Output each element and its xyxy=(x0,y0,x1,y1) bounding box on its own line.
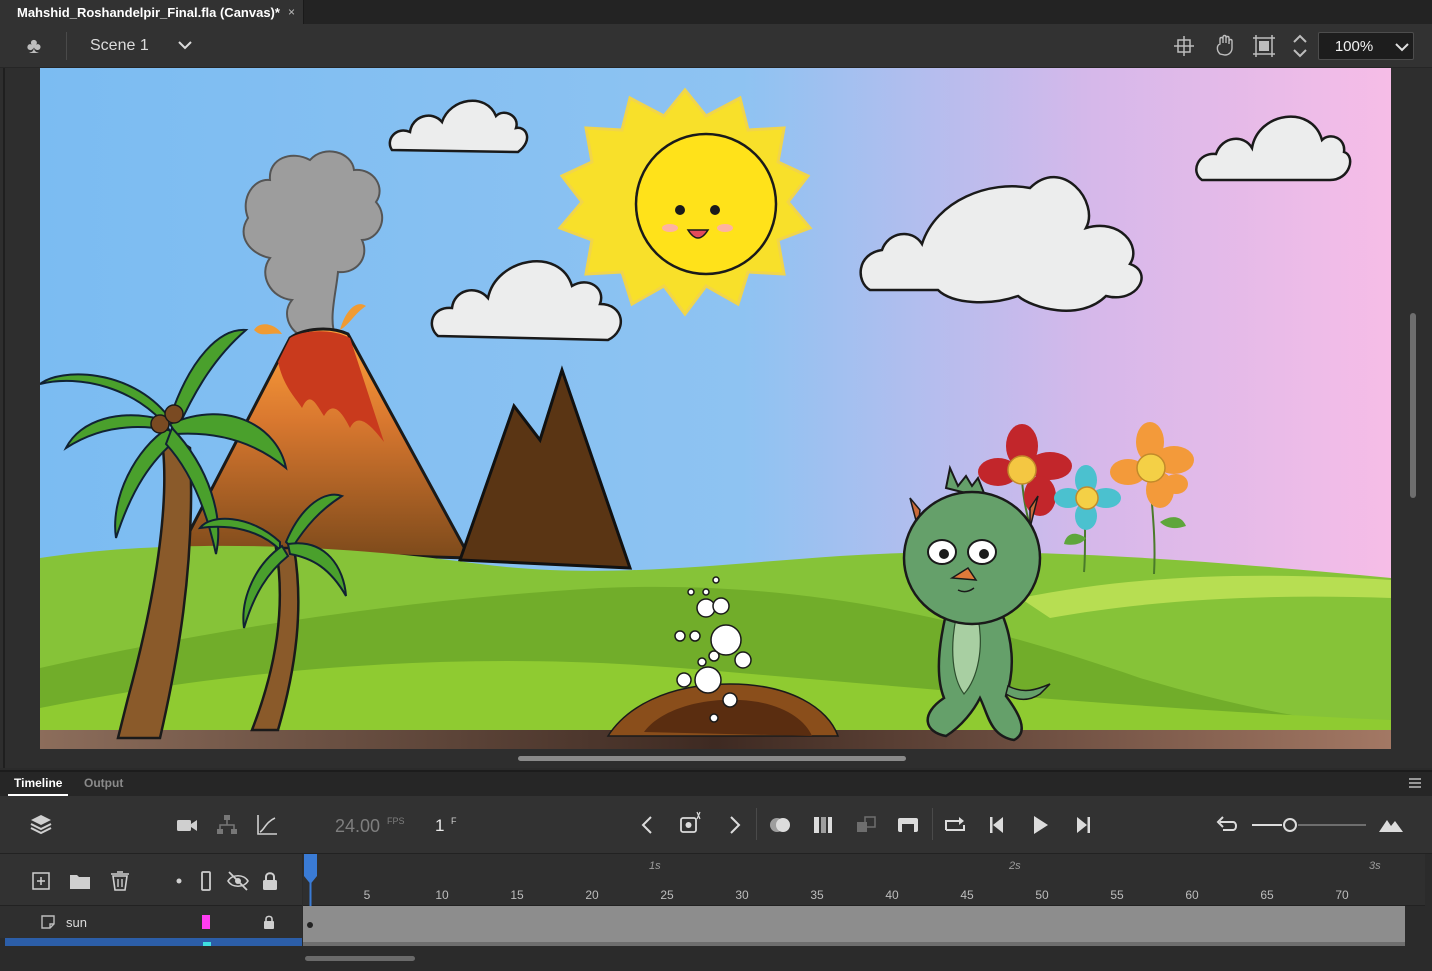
frame-number-label: 60 xyxy=(1185,888,1199,902)
keyframe[interactable] xyxy=(307,922,313,928)
clip-content-icon[interactable] xyxy=(1252,34,1276,58)
divider xyxy=(932,808,933,840)
layer-color-swatch[interactable] xyxy=(203,942,211,946)
second-marker: 1s xyxy=(649,860,661,872)
document-title: Mahshid_Roshandelpir_Final.fla (Canvas)* xyxy=(17,4,280,20)
layer-header xyxy=(0,854,302,906)
fps-value[interactable]: 24.00 xyxy=(335,816,380,837)
undo-zoom-icon[interactable] xyxy=(1215,812,1241,838)
lock-icon[interactable] xyxy=(257,868,283,894)
layer-row-selected[interactable] xyxy=(5,938,302,946)
frame-unit: F xyxy=(451,816,457,826)
frame-number-label: 30 xyxy=(735,888,749,902)
outline-layers-icon[interactable] xyxy=(193,868,219,894)
horizontal-scrollbar[interactable] xyxy=(518,756,906,761)
animate-window: Mahshid_Roshandelpir_Final.fla (Canvas)*… xyxy=(0,0,1432,971)
divider xyxy=(66,32,67,60)
edit-multiple-frames-icon[interactable] xyxy=(810,812,836,838)
panel-tabs: Timeline Output xyxy=(0,772,1432,796)
stage-area xyxy=(0,68,1432,768)
layers-icon[interactable] xyxy=(28,812,54,838)
trash-icon[interactable] xyxy=(107,868,133,894)
frame-number-label: 25 xyxy=(660,888,674,902)
folder-icon[interactable] xyxy=(67,868,93,894)
onion-skin-icon[interactable] xyxy=(767,812,793,838)
rotate-stage-icon[interactable] xyxy=(1212,34,1236,58)
loop-icon[interactable] xyxy=(942,812,968,838)
new-layer-icon[interactable] xyxy=(28,868,54,894)
close-icon[interactable]: × xyxy=(288,5,295,19)
zoom-value: 100% xyxy=(1334,38,1374,55)
edit-scene-icon[interactable]: ♣ xyxy=(22,34,46,58)
frame-ruler[interactable]: 1s 2s 3s 5 10 15 20 25 30 35 40 45 50 55 60 65 70 xyxy=(303,854,1425,906)
tab-output[interactable]: Output xyxy=(84,776,123,790)
frame-number-label: 20 xyxy=(585,888,599,902)
second-marker: 3s xyxy=(1369,860,1381,872)
frame-number-label: 35 xyxy=(810,888,824,902)
scene-artwork xyxy=(40,68,1391,749)
layer-name[interactable]: sun xyxy=(66,915,87,930)
panel-menu-icon[interactable] xyxy=(1408,777,1422,789)
frame-number-label: 15 xyxy=(510,888,524,902)
frame-number-label: 5 xyxy=(363,888,371,902)
frame-number-label: 10 xyxy=(435,888,449,902)
document-tab-bar: Mahshid_Roshandelpir_Final.fla (Canvas)*… xyxy=(0,0,1432,24)
play-icon[interactable] xyxy=(1027,812,1053,838)
center-stage-icon[interactable] xyxy=(1172,34,1196,58)
second-marker: 2s xyxy=(1009,860,1021,872)
timeline-panel: Timeline Output 24.00 FPS 1 F sun 1s 2s … xyxy=(0,770,1432,971)
frame-span[interactable] xyxy=(303,906,1405,942)
zoom-stepper-icon[interactable] xyxy=(1288,32,1312,60)
highlight-layers-icon[interactable] xyxy=(166,868,192,894)
swap-symbol-icon[interactable] xyxy=(853,812,879,838)
chevron-down-icon[interactable] xyxy=(1393,37,1411,55)
zoom-input[interactable]: 100% xyxy=(1318,32,1414,60)
frame-number-label: 50 xyxy=(1035,888,1049,902)
timeline-zoom-slider[interactable] xyxy=(1252,816,1366,834)
fps-unit: FPS xyxy=(387,816,405,826)
scene-label[interactable]: Scene 1 xyxy=(90,37,149,55)
playhead[interactable] xyxy=(303,854,318,906)
layer-row[interactable]: sun xyxy=(0,906,302,938)
document-tab[interactable]: Mahshid_Roshandelpir_Final.fla (Canvas)*… xyxy=(0,0,304,24)
frame-span-selected[interactable] xyxy=(303,942,1405,946)
graph-icon[interactable] xyxy=(254,812,280,838)
edit-bar: ♣ Scene 1 xyxy=(0,24,1432,68)
chevron-right-icon[interactable] xyxy=(721,812,747,838)
insert-keyframe-icon[interactable] xyxy=(678,810,704,836)
frame-number-label: 45 xyxy=(960,888,974,902)
step-forward-icon[interactable] xyxy=(1069,812,1095,838)
step-back-icon[interactable] xyxy=(985,812,1011,838)
loop-playback-icon[interactable] xyxy=(895,812,921,838)
current-frame[interactable]: 1 xyxy=(435,816,444,836)
frame-number-label: 40 xyxy=(885,888,899,902)
timeline-scrollbar[interactable] xyxy=(305,956,415,961)
camera-icon[interactable] xyxy=(174,812,200,838)
chevron-down-icon[interactable] xyxy=(175,34,195,56)
frame-number-label: 70 xyxy=(1335,888,1349,902)
chevron-left-icon[interactable] xyxy=(635,812,661,838)
hide-layers-icon[interactable] xyxy=(225,868,251,894)
layer-parenting-icon[interactable] xyxy=(214,812,240,838)
pasteboard-edge xyxy=(3,68,5,768)
timeline-controls: 24.00 FPS 1 F xyxy=(0,796,1432,854)
divider xyxy=(756,808,757,840)
lock-icon[interactable] xyxy=(261,914,277,930)
mountains-zoom-icon[interactable] xyxy=(1378,812,1404,838)
frame-number-label: 65 xyxy=(1260,888,1274,902)
layer-color-swatch[interactable] xyxy=(202,915,210,929)
frame-number-label: 55 xyxy=(1110,888,1124,902)
vertical-scrollbar[interactable] xyxy=(1410,313,1416,498)
tab-timeline[interactable]: Timeline xyxy=(14,776,62,790)
stage-canvas[interactable] xyxy=(40,68,1391,749)
layer-type-icon xyxy=(41,915,55,929)
